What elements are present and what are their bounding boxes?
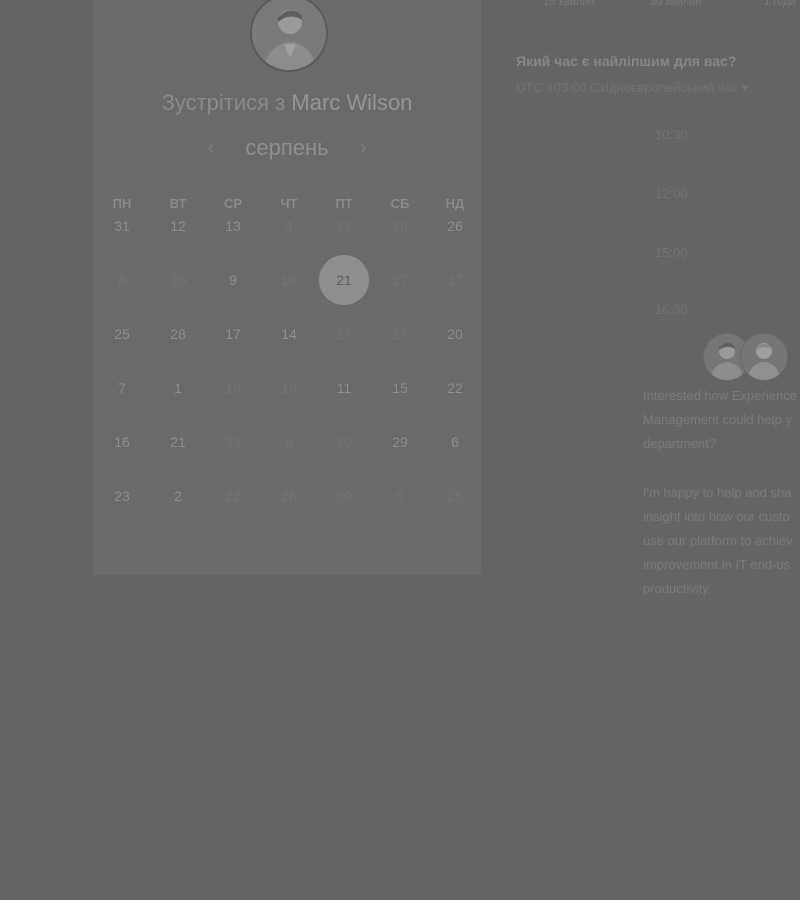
calendar-day[interactable]: 26 (430, 201, 480, 251)
chevron-left-icon[interactable]: ‹ (201, 137, 221, 160)
timezone-label: UTC +03:00 Східноєвропейський час (516, 80, 738, 95)
calendar-day: 23 (225, 434, 241, 450)
host-avatar-2 (740, 333, 788, 381)
calendar-day[interactable]: 7 (97, 363, 147, 413)
host-intro-paragraph-2: I'm happy to help and sha insight into h… (643, 481, 800, 601)
month-label: серпень (245, 135, 329, 160)
time-question: Який час є найліпшим для вас? (516, 53, 737, 69)
calendar-day: 25 (447, 488, 463, 504)
calendar-day: 26 (392, 218, 408, 234)
calendar-day[interactable]: 17 (208, 309, 258, 359)
calendar-day[interactable]: 1 (153, 363, 203, 413)
calendar-day: 30 (336, 488, 352, 504)
calendar-day[interactable]: 28 (153, 309, 203, 359)
intro-line: improvement in IT end-us (643, 557, 791, 572)
calendar-day: 8 (285, 434, 293, 450)
calendar-day: 22 (336, 218, 352, 234)
duration-option-15[interactable]: 15 хвилин (543, 0, 594, 8)
calendar-day[interactable]: 29 (375, 417, 425, 467)
calendar-day: 26 (281, 488, 297, 504)
duration-option-60[interactable]: 1 годи (764, 0, 795, 8)
month-navigation: ‹ серпень › (93, 135, 481, 161)
caret-down-icon: ▾ (741, 80, 749, 95)
calendar-day[interactable]: 9 (208, 255, 258, 305)
calendar-day: 27 (336, 326, 352, 342)
calendar-day[interactable]: 22 (430, 363, 480, 413)
calendar-day: 8 (118, 272, 126, 288)
calendar-day[interactable]: 23 (97, 471, 147, 521)
time-slot[interactable]: 15:00 (655, 245, 800, 260)
calendar-day: 18 (225, 380, 241, 396)
chevron-right-icon[interactable]: › (353, 137, 373, 160)
intro-line: use our platform to achiev (643, 533, 793, 548)
host-intro-paragraph-1: Interested how Experience Management cou… (643, 384, 800, 456)
calendar-day: 20 (336, 434, 352, 450)
intro-line: productivity. (643, 581, 712, 596)
calendar-day[interactable]: 16 (97, 417, 147, 467)
calendar-day: 27 (392, 272, 408, 288)
calendar-day: 22 (225, 488, 241, 504)
calendar-day: 10 (170, 272, 186, 288)
calendar-day[interactable]: 21 (153, 417, 203, 467)
calendar-day[interactable]: 25 (97, 309, 147, 359)
host-name: Marc Wilson (291, 90, 413, 115)
calendar-day: 16 (281, 380, 297, 396)
duration-option-30[interactable]: 30 хвилин (650, 0, 701, 8)
time-slot[interactable]: 12:00 (655, 186, 800, 201)
intro-line: Management could help y (643, 412, 792, 427)
calendar-day-selected[interactable]: 21 (319, 255, 369, 305)
calendar-day: 17 (447, 272, 463, 288)
calendar-day[interactable]: 14 (264, 309, 314, 359)
calendar-day: 27 (392, 326, 408, 342)
calendar-day[interactable]: 13 (208, 201, 258, 251)
calendar-day: 4 (285, 218, 293, 234)
time-slot[interactable]: 16:30 (655, 302, 800, 317)
calendar-day: 10 (281, 272, 297, 288)
calendar-day[interactable]: 20 (430, 309, 480, 359)
calendar-day[interactable]: 11 (319, 363, 369, 413)
calendar-day[interactable]: 6 (430, 417, 480, 467)
intro-line: department? (643, 436, 716, 451)
meeting-title: Зустрітися з Marc Wilson (93, 90, 481, 116)
meeting-title-prefix: Зустрітися з (161, 90, 286, 115)
timezone-select[interactable]: UTC +03:00 Східноєвропейський час ▾ (516, 80, 748, 96)
intro-line: insight into how our custo (643, 509, 790, 524)
time-slot[interactable]: 10:30 (655, 127, 800, 142)
calendar-day[interactable]: 12 (153, 201, 203, 251)
calendar-day[interactable]: 15 (375, 363, 425, 413)
intro-line: Interested how Experience (643, 388, 797, 403)
calendar-day: 5 (396, 488, 404, 504)
calendar-day[interactable]: 31 (97, 201, 147, 251)
intro-line: I'm happy to help and sha (643, 485, 792, 500)
calendar-day[interactable]: 2 (153, 471, 203, 521)
